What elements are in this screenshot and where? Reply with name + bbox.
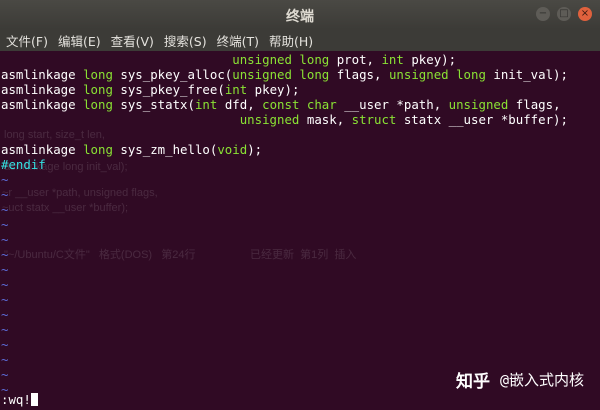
window-titlebar[interactable]: 终端 − □ × <box>0 0 600 29</box>
empty-line-tilde: ~ <box>1 232 9 247</box>
code-text: asmlinkage <box>1 142 84 157</box>
code-line: asmlinkage long sys_pkey_free(int pkey); <box>1 82 299 97</box>
empty-line-tilde: ~ <box>1 337 9 352</box>
menu-bar: 文件(F) 编辑(E) 查看(V) 搜索(S) 终端(T) 帮助(H) <box>0 29 600 51</box>
menu-help[interactable]: 帮助(H) <box>269 31 313 50</box>
code-keyword: unsigned long <box>232 52 330 67</box>
empty-line-tilde: ~ <box>1 247 9 262</box>
code-keyword: unsigned <box>448 97 509 112</box>
empty-line-tilde: ~ <box>1 322 9 337</box>
code-text: asmlinkage <box>1 97 84 112</box>
empty-line-tilde: ~ <box>1 172 9 187</box>
window-title: 终端 <box>286 9 314 25</box>
code-text: sys_zm_hello( <box>112 142 218 157</box>
empty-line-tilde: ~ <box>1 292 9 307</box>
ghost-text: 已经更新 第1列 插入 <box>250 249 357 261</box>
empty-line-tilde: ~ <box>1 187 9 202</box>
code-keyword: const char <box>262 97 337 112</box>
code-keyword: long <box>83 67 113 82</box>
code-text: sys_pkey_alloc( <box>112 67 233 82</box>
code-keyword: unsigned <box>239 112 300 127</box>
window-controls: − □ × <box>536 7 592 21</box>
menu-file[interactable]: 文件(F) <box>6 31 48 50</box>
empty-line-tilde: ~ <box>1 277 9 292</box>
menu-terminal[interactable]: 终端(T) <box>217 31 259 50</box>
ghost-text: long start, size_t len, <box>4 129 105 141</box>
empty-line-tilde: ~ <box>1 367 9 382</box>
watermark-author: @嵌入式内核 <box>499 371 584 389</box>
empty-line-tilde: ~ <box>1 262 9 277</box>
code-text: sys_statx( <box>112 97 195 112</box>
code-keyword: void <box>217 142 248 157</box>
code-text: flags, <box>329 67 389 82</box>
empty-line-tilde: ~ <box>1 307 9 322</box>
code-text: ); <box>247 142 263 157</box>
code-text: pkey); <box>403 52 457 67</box>
empty-line-tilde: ~ <box>1 202 9 217</box>
ghost-text: ~r __user *path, unsigned flags, <box>2 187 158 199</box>
terminal-area[interactable]: long start, size_t len, asmlinkage long … <box>0 51 600 410</box>
code-text: dfd, <box>217 97 263 112</box>
watermark: 知乎 @嵌入式内核 <box>456 367 584 392</box>
code-text: mask, <box>299 112 352 127</box>
code-text: asmlinkage <box>1 82 84 97</box>
empty-line-tilde: ~ <box>1 217 9 232</box>
code-line: asmlinkage long sys_zm_hello(void); <box>1 142 262 157</box>
code-text: asmlinkage <box>1 67 84 82</box>
command-line[interactable]: :wq! <box>1 392 38 407</box>
code-text: init_val); <box>485 67 568 82</box>
close-icon[interactable]: × <box>578 7 592 21</box>
code-line: asmlinkage long sys_pkey_alloc(unsigned … <box>1 67 568 82</box>
code-keyword: int <box>224 82 248 97</box>
terminal-cursor <box>30 393 38 406</box>
code-text: __user *path, <box>336 97 449 112</box>
code-keyword: unsigned long <box>232 67 330 82</box>
ghost-text: "~/Ubuntu/C文件" 格式(DOS) 第24行 <box>4 249 196 261</box>
code-keyword: long <box>83 142 113 157</box>
code-keyword: struct <box>351 112 397 127</box>
code-keyword: long <box>83 82 113 97</box>
code-keyword: int <box>381 52 404 67</box>
menu-edit[interactable]: 编辑(E) <box>58 31 101 50</box>
preprocessor-line: #endif <box>1 157 46 172</box>
menu-view[interactable]: 查看(V) <box>111 31 154 50</box>
code-keyword: long <box>83 97 113 112</box>
code-text: sys_pkey_free( <box>112 82 225 97</box>
code-text: prot, <box>329 52 382 67</box>
empty-line-tilde: ~ <box>1 352 9 367</box>
zhihu-logo: 知乎 <box>455 372 490 392</box>
code-line: asmlinkage long sys_statx(int dfd, const… <box>1 97 561 112</box>
code-text: statx __user *buffer); <box>396 112 568 127</box>
code-line: unsigned mask, struct statx __user *buff… <box>1 112 568 127</box>
code-text: pkey); <box>247 82 300 97</box>
code-text: flags, <box>508 97 561 112</box>
code-keyword: unsigned long <box>388 67 486 82</box>
code-line: unsigned long prot, int pkey); <box>1 52 456 67</box>
ghost-text: ~uct statx __user *buffer); <box>2 202 129 214</box>
minimize-icon[interactable]: − <box>536 7 550 21</box>
maximize-icon[interactable]: □ <box>557 7 571 21</box>
code-keyword: int <box>194 97 218 112</box>
menu-search[interactable]: 搜索(S) <box>164 31 207 50</box>
command-text: :wq! <box>1 392 31 407</box>
